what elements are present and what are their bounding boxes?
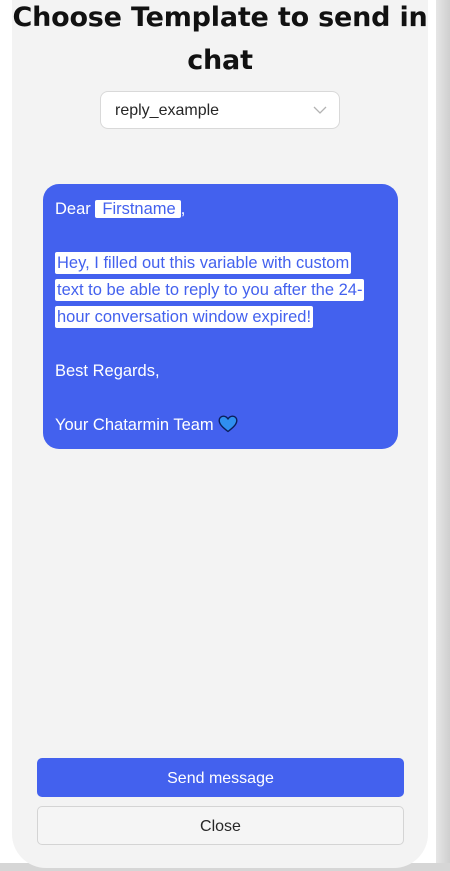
greeting-suffix: , bbox=[180, 200, 186, 218]
message-preview-bubble: Dear Firstname, Hey, I filled out this v… bbox=[43, 184, 398, 449]
closing-line: Best Regards, bbox=[55, 362, 160, 380]
firstname-variable: Firstname bbox=[95, 200, 181, 218]
template-select-value: reply_example bbox=[115, 102, 220, 119]
custom-variable-line-3: hour conversation window expired! bbox=[55, 304, 389, 331]
custom-variable-line-2: text to be able to reply to you after th… bbox=[55, 277, 389, 304]
modal-title-line-1: Choose Template to send in bbox=[12, 2, 428, 33]
template-select[interactable]: reply_example bbox=[100, 91, 340, 129]
custom-variable-line-1: Hey, I filled out this variable with cus… bbox=[55, 250, 389, 277]
close-button[interactable]: Close bbox=[37, 806, 404, 845]
signature-text: Your Chatarmin Team bbox=[55, 416, 214, 434]
modal-title: Choose Template to send in chat bbox=[0, 0, 440, 82]
message-preview-text: Dear Firstname, Hey, I filled out this v… bbox=[55, 196, 389, 439]
scroll-edge-shadow bbox=[436, 0, 450, 871]
modal-title-line-2: chat bbox=[187, 45, 253, 76]
chevron-down-icon bbox=[313, 106, 327, 114]
custom-variable-text-3: hour conversation window expired! bbox=[55, 306, 314, 328]
greeting-text: Dear bbox=[55, 200, 91, 218]
custom-variable-text-1: Hey, I filled out this variable with cus… bbox=[55, 252, 352, 274]
send-message-button[interactable]: Send message bbox=[37, 758, 404, 797]
greeting-line: Dear Firstname, bbox=[55, 196, 389, 223]
custom-variable-text-2: text to be able to reply to you after th… bbox=[55, 279, 365, 301]
blue-heart-icon bbox=[218, 415, 238, 433]
signature-line: Your Chatarmin Team bbox=[55, 412, 389, 439]
